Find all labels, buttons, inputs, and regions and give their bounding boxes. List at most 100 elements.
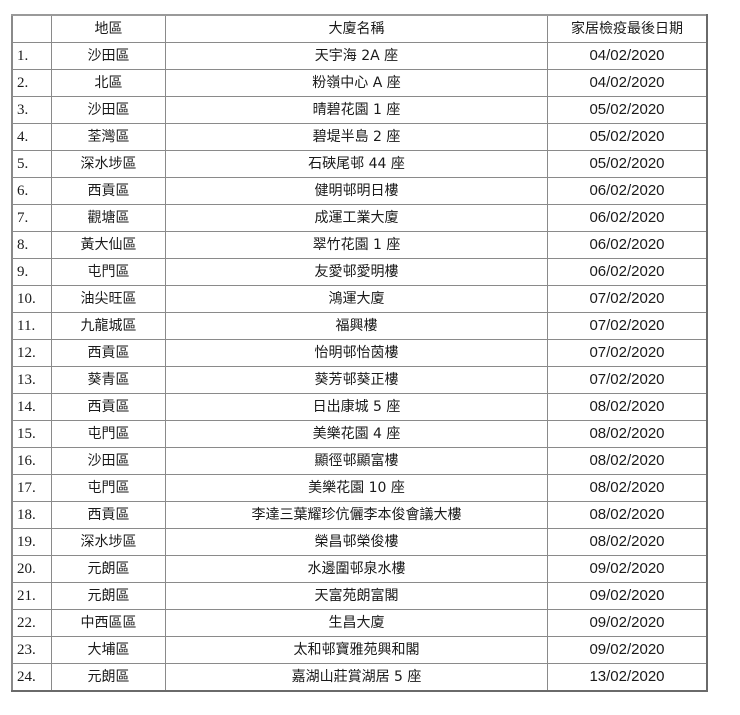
- row-quarantine-end-date: 09/02/2020: [547, 555, 708, 583]
- table-row: 13. 葵青區 葵芳邨葵正樓 07/02/2020: [11, 366, 708, 394]
- table-row: 9. 屯門區 友愛邨愛明樓 06/02/2020: [11, 258, 708, 286]
- row-quarantine-end-date: 07/02/2020: [547, 312, 708, 340]
- table-row: 15. 屯門區 美樂花園 4 座 08/02/2020: [11, 420, 708, 448]
- row-district: 西貢區: [51, 177, 166, 205]
- row-district: 西貢區: [51, 393, 166, 421]
- row-building-name: 成運工業大廈: [165, 204, 548, 232]
- row-district: 元朗區: [51, 663, 166, 692]
- row-district: 屯門區: [51, 474, 166, 502]
- table-row: 11. 九龍城區 福興樓 07/02/2020: [11, 312, 708, 340]
- table-row: 18. 西貢區 李達三葉耀珍伉儷李本俊會議大樓 08/02/2020: [11, 501, 708, 529]
- table-row: 5. 深水埗區 石硤尾邨 44 座 05/02/2020: [11, 150, 708, 178]
- row-number: 11.: [11, 312, 52, 340]
- row-number: 6.: [11, 177, 52, 205]
- row-district: 九龍城區: [51, 312, 166, 340]
- row-number: 7.: [11, 204, 52, 232]
- row-building-name: 嘉湖山莊賞湖居 5 座: [165, 663, 548, 692]
- row-quarantine-end-date: 06/02/2020: [547, 204, 708, 232]
- row-building-name: 李達三葉耀珍伉儷李本俊會議大樓: [165, 501, 548, 529]
- row-district: 觀塘區: [51, 204, 166, 232]
- row-building-name: 翠竹花園 1 座: [165, 231, 548, 259]
- row-quarantine-end-date: 08/02/2020: [547, 447, 708, 475]
- table-header-row: 地區 大廈名稱 家居檢疫最後日期: [11, 14, 708, 43]
- row-quarantine-end-date: 09/02/2020: [547, 636, 708, 664]
- row-building-name: 顯徑邨顯富樓: [165, 447, 548, 475]
- row-quarantine-end-date: 08/02/2020: [547, 501, 708, 529]
- row-number: 14.: [11, 393, 52, 421]
- row-building-name: 天宇海 2A 座: [165, 42, 548, 70]
- row-quarantine-end-date: 05/02/2020: [547, 123, 708, 151]
- table-row: 20. 元朗區 水邊圍邨泉水樓 09/02/2020: [11, 555, 708, 583]
- quarantine-buildings-table: 地區 大廈名稱 家居檢疫最後日期 1. 沙田區 天宇海 2A 座 04/02/2020…: [11, 14, 708, 692]
- row-building-name: 晴碧花園 1 座: [165, 96, 548, 124]
- row-district: 沙田區: [51, 42, 166, 70]
- table-row: 16. 沙田區 顯徑邨顯富樓 08/02/2020: [11, 447, 708, 475]
- table-row: 2. 北區 粉嶺中心 A 座 04/02/2020: [11, 69, 708, 97]
- row-district: 北區: [51, 69, 166, 97]
- row-building-name: 榮昌邨榮俊樓: [165, 528, 548, 556]
- row-building-name: 葵芳邨葵正樓: [165, 366, 548, 394]
- row-district: 深水埗區: [51, 528, 166, 556]
- row-district: 大埔區: [51, 636, 166, 664]
- row-district: 中西區區: [51, 609, 166, 637]
- table-row: 8. 黃大仙區 翠竹花園 1 座 06/02/2020: [11, 231, 708, 259]
- table-row: 12. 西貢區 怡明邨怡茵樓 07/02/2020: [11, 339, 708, 367]
- row-district: 荃灣區: [51, 123, 166, 151]
- row-district: 西貢區: [51, 501, 166, 529]
- row-number: 15.: [11, 420, 52, 448]
- header-quarantine-end-date: 家居檢疫最後日期: [547, 14, 708, 43]
- row-number: 13.: [11, 366, 52, 394]
- table-body: 1. 沙田區 天宇海 2A 座 04/02/2020 2. 北區 粉嶺中心 A 座 04/02…: [11, 42, 708, 692]
- table-row: 10. 油尖旺區 鴻運大廈 07/02/2020: [11, 285, 708, 313]
- row-building-name: 粉嶺中心 A 座: [165, 69, 548, 97]
- table-row: 14. 西貢區 日出康城 5 座 08/02/2020: [11, 393, 708, 421]
- row-building-name: 生昌大廈: [165, 609, 548, 637]
- table-row: 4. 荃灣區 碧堤半島 2 座 05/02/2020: [11, 123, 708, 151]
- row-number: 22.: [11, 609, 52, 637]
- row-quarantine-end-date: 07/02/2020: [547, 339, 708, 367]
- row-building-name: 健明邨明日樓: [165, 177, 548, 205]
- table-row: 7. 觀塘區 成運工業大廈 06/02/2020: [11, 204, 708, 232]
- row-building-name: 美樂花園 4 座: [165, 420, 548, 448]
- header-district: 地區: [51, 14, 166, 43]
- row-building-name: 水邊圍邨泉水樓: [165, 555, 548, 583]
- row-building-name: 美樂花園 10 座: [165, 474, 548, 502]
- row-quarantine-end-date: 04/02/2020: [547, 42, 708, 70]
- row-district: 沙田區: [51, 96, 166, 124]
- row-building-name: 太和邨寶雅苑興和閣: [165, 636, 548, 664]
- row-district: 黃大仙區: [51, 231, 166, 259]
- row-district: 油尖旺區: [51, 285, 166, 313]
- row-number: 4.: [11, 123, 52, 151]
- row-number: 1.: [11, 42, 52, 70]
- row-number: 16.: [11, 447, 52, 475]
- row-district: 元朗區: [51, 555, 166, 583]
- row-building-name: 鴻運大廈: [165, 285, 548, 313]
- table-row: 21. 元朗區 天富苑朗富閣 09/02/2020: [11, 582, 708, 610]
- row-number: 9.: [11, 258, 52, 286]
- row-quarantine-end-date: 07/02/2020: [547, 285, 708, 313]
- row-number: 17.: [11, 474, 52, 502]
- row-number: 23.: [11, 636, 52, 664]
- row-number: 5.: [11, 150, 52, 178]
- row-quarantine-end-date: 08/02/2020: [547, 420, 708, 448]
- row-quarantine-end-date: 08/02/2020: [547, 393, 708, 421]
- row-district: 屯門區: [51, 258, 166, 286]
- row-building-name: 石硤尾邨 44 座: [165, 150, 548, 178]
- row-building-name: 福興樓: [165, 312, 548, 340]
- row-district: 葵青區: [51, 366, 166, 394]
- row-number: 12.: [11, 339, 52, 367]
- table-row: 24. 元朗區 嘉湖山莊賞湖居 5 座 13/02/2020: [11, 663, 708, 692]
- row-building-name: 怡明邨怡茵樓: [165, 339, 548, 367]
- row-quarantine-end-date: 06/02/2020: [547, 177, 708, 205]
- row-district: 深水埗區: [51, 150, 166, 178]
- row-quarantine-end-date: 09/02/2020: [547, 582, 708, 610]
- row-number: 21.: [11, 582, 52, 610]
- table-row: 6. 西貢區 健明邨明日樓 06/02/2020: [11, 177, 708, 205]
- header-building-name: 大廈名稱: [165, 14, 548, 43]
- table-row: 22. 中西區區 生昌大廈 09/02/2020: [11, 609, 708, 637]
- row-number: 2.: [11, 69, 52, 97]
- row-quarantine-end-date: 07/02/2020: [547, 366, 708, 394]
- table-row: 17. 屯門區 美樂花園 10 座 08/02/2020: [11, 474, 708, 502]
- row-quarantine-end-date: 05/02/2020: [547, 150, 708, 178]
- row-number: 18.: [11, 501, 52, 529]
